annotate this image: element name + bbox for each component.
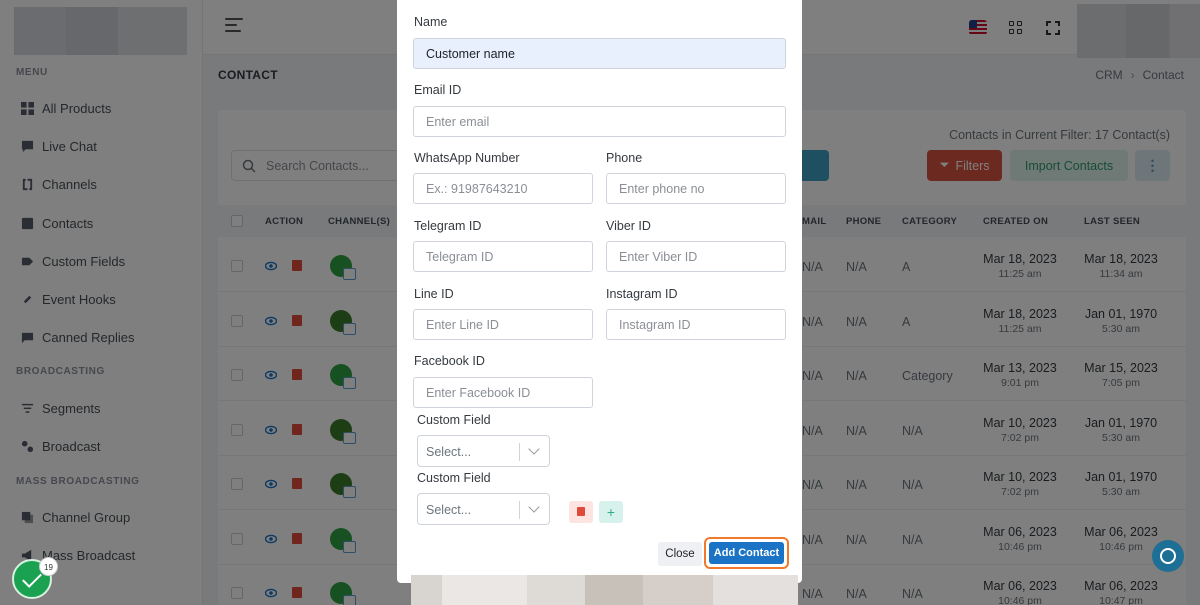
custom-field-select-value: Select... bbox=[426, 445, 472, 459]
close-button[interactable]: Close bbox=[658, 542, 702, 566]
phone-label: Phone bbox=[606, 151, 643, 165]
name-label: Name bbox=[414, 15, 448, 29]
support-chat-icon[interactable] bbox=[1152, 540, 1184, 572]
custom-field-label: Custom Field bbox=[417, 413, 491, 427]
select-divider bbox=[519, 443, 520, 461]
custom-field-label-2: Custom Field bbox=[417, 471, 491, 485]
facebook-input[interactable]: Enter Facebook ID bbox=[413, 377, 593, 408]
name-input[interactable]: Customer name bbox=[413, 38, 786, 69]
email-input[interactable]: Enter email bbox=[413, 106, 786, 137]
whatsapp-input[interactable]: Ex.: 91987643210 bbox=[413, 173, 593, 204]
add-contact-modal: Name Customer name Email ID Enter email … bbox=[397, 0, 802, 583]
custom-field-select-value: Select... bbox=[426, 503, 472, 517]
chevron-down-icon bbox=[528, 443, 540, 455]
line-input[interactable]: Enter Line ID bbox=[413, 309, 593, 340]
custom-field-select-2[interactable]: Select... bbox=[417, 493, 550, 525]
custom-field-select[interactable]: Select... bbox=[417, 435, 550, 467]
trash-icon bbox=[577, 507, 585, 516]
notification-badge: 19 bbox=[39, 557, 58, 576]
blurred-content bbox=[411, 575, 798, 605]
whatsapp-label: WhatsApp Number bbox=[414, 151, 520, 165]
remove-custom-field-button[interactable] bbox=[569, 501, 593, 523]
line-label: Line ID bbox=[414, 287, 454, 301]
viber-input[interactable]: Enter Viber ID bbox=[606, 241, 786, 272]
instagram-input[interactable]: Instagram ID bbox=[606, 309, 786, 340]
viber-label: Viber ID bbox=[606, 219, 651, 233]
email-label: Email ID bbox=[414, 83, 462, 97]
add-custom-field-button[interactable]: + bbox=[599, 501, 623, 523]
telegram-input[interactable]: Telegram ID bbox=[413, 241, 593, 272]
chevron-down-icon bbox=[528, 501, 540, 513]
select-divider bbox=[519, 501, 520, 519]
facebook-label: Facebook ID bbox=[414, 354, 485, 368]
telegram-label: Telegram ID bbox=[414, 219, 482, 233]
add-contact-highlight: Add Contact bbox=[704, 537, 789, 569]
phone-input[interactable]: Enter phone no bbox=[606, 173, 786, 204]
instagram-label: Instagram ID bbox=[606, 287, 678, 301]
add-contact-button[interactable]: Add Contact bbox=[709, 542, 784, 564]
